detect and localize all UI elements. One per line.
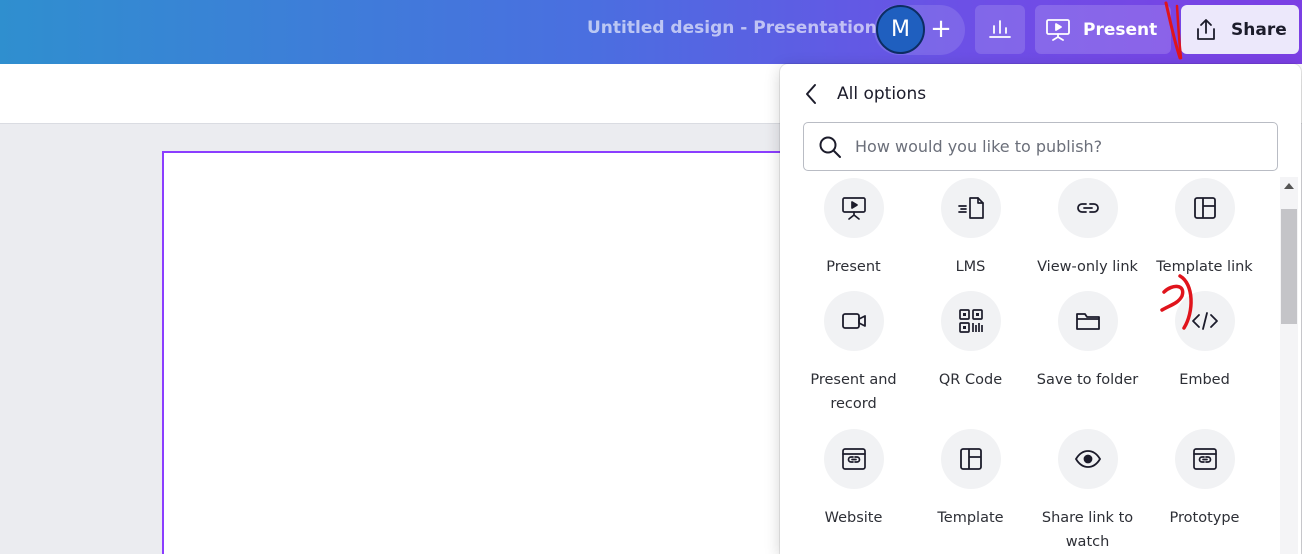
option-label: Prototype (1169, 510, 1240, 526)
upload-share-icon (1193, 17, 1219, 43)
share-label: Share (1231, 19, 1287, 40)
chevron-left-icon[interactable] (800, 82, 822, 106)
option-label: Template link (1156, 259, 1253, 275)
share-options-panel: All options Present LMS View-only link (780, 64, 1301, 554)
option-label: Present (826, 259, 881, 275)
website-icon (823, 429, 884, 489)
template-layout-icon (1174, 178, 1235, 238)
panel-title: All options (837, 84, 927, 104)
folder-icon (1057, 291, 1118, 351)
option-label: Save to folder (1036, 372, 1139, 388)
option-label: Website (824, 510, 883, 526)
option-website[interactable]: Website (795, 429, 912, 530)
option-template[interactable]: Template (912, 429, 1029, 530)
bar-chart-icon (988, 17, 1012, 43)
design-page[interactable] (162, 151, 822, 554)
insights-button[interactable] (975, 5, 1025, 54)
eye-icon (1057, 429, 1118, 489)
option-label: Share link to watch (1041, 510, 1134, 550)
avatar[interactable]: M (876, 5, 925, 54)
lms-document-icon (940, 178, 1001, 238)
option-present[interactable]: Present (795, 178, 912, 279)
option-share-link-to-watch[interactable]: Share link to watch (1029, 429, 1146, 554)
prototype-icon (1174, 429, 1235, 489)
option-present-and-record[interactable]: Present and record (795, 291, 912, 416)
document-title[interactable]: Untitled design - Presentation (587, 18, 877, 38)
option-save-to-folder[interactable]: Save to folder (1029, 291, 1146, 392)
option-label: Present and record (810, 372, 897, 412)
plus-icon: + (930, 14, 952, 44)
option-label: Template (937, 510, 1004, 526)
scroll-up-arrow-icon[interactable] (1284, 183, 1294, 189)
option-label: View-only link (1037, 259, 1138, 275)
option-view-only-link[interactable]: View-only link (1029, 178, 1146, 279)
present-screen-icon (823, 178, 884, 238)
option-label: QR Code (938, 372, 1003, 388)
avatar-initial: M (891, 17, 910, 42)
search-input[interactable] (855, 137, 1255, 156)
template-layout-icon (940, 429, 1001, 489)
option-label: Embed (1179, 372, 1230, 388)
option-embed[interactable]: Embed (1146, 291, 1263, 392)
qr-code-icon (940, 291, 1001, 351)
add-collaborator-button[interactable]: + (922, 10, 960, 48)
present-label: Present (1083, 19, 1158, 40)
search-icon (818, 135, 842, 159)
option-qr-code[interactable]: QR Code (912, 291, 1029, 392)
options-grid: Present LMS View-only link Template link… (780, 176, 1280, 554)
embed-code-icon (1174, 291, 1235, 351)
share-button[interactable]: Share (1181, 5, 1299, 54)
option-template-link[interactable]: Template link (1146, 178, 1263, 279)
option-lms[interactable]: LMS (912, 178, 1029, 279)
present-screen-icon (1045, 18, 1071, 42)
scroll-thumb[interactable] (1281, 209, 1297, 324)
link-icon (1057, 178, 1118, 238)
publish-search[interactable] (803, 122, 1278, 171)
present-button[interactable]: Present (1035, 5, 1171, 54)
option-prototype[interactable]: Prototype (1146, 429, 1263, 530)
option-label: LMS (955, 259, 986, 275)
video-camera-icon (823, 291, 884, 351)
